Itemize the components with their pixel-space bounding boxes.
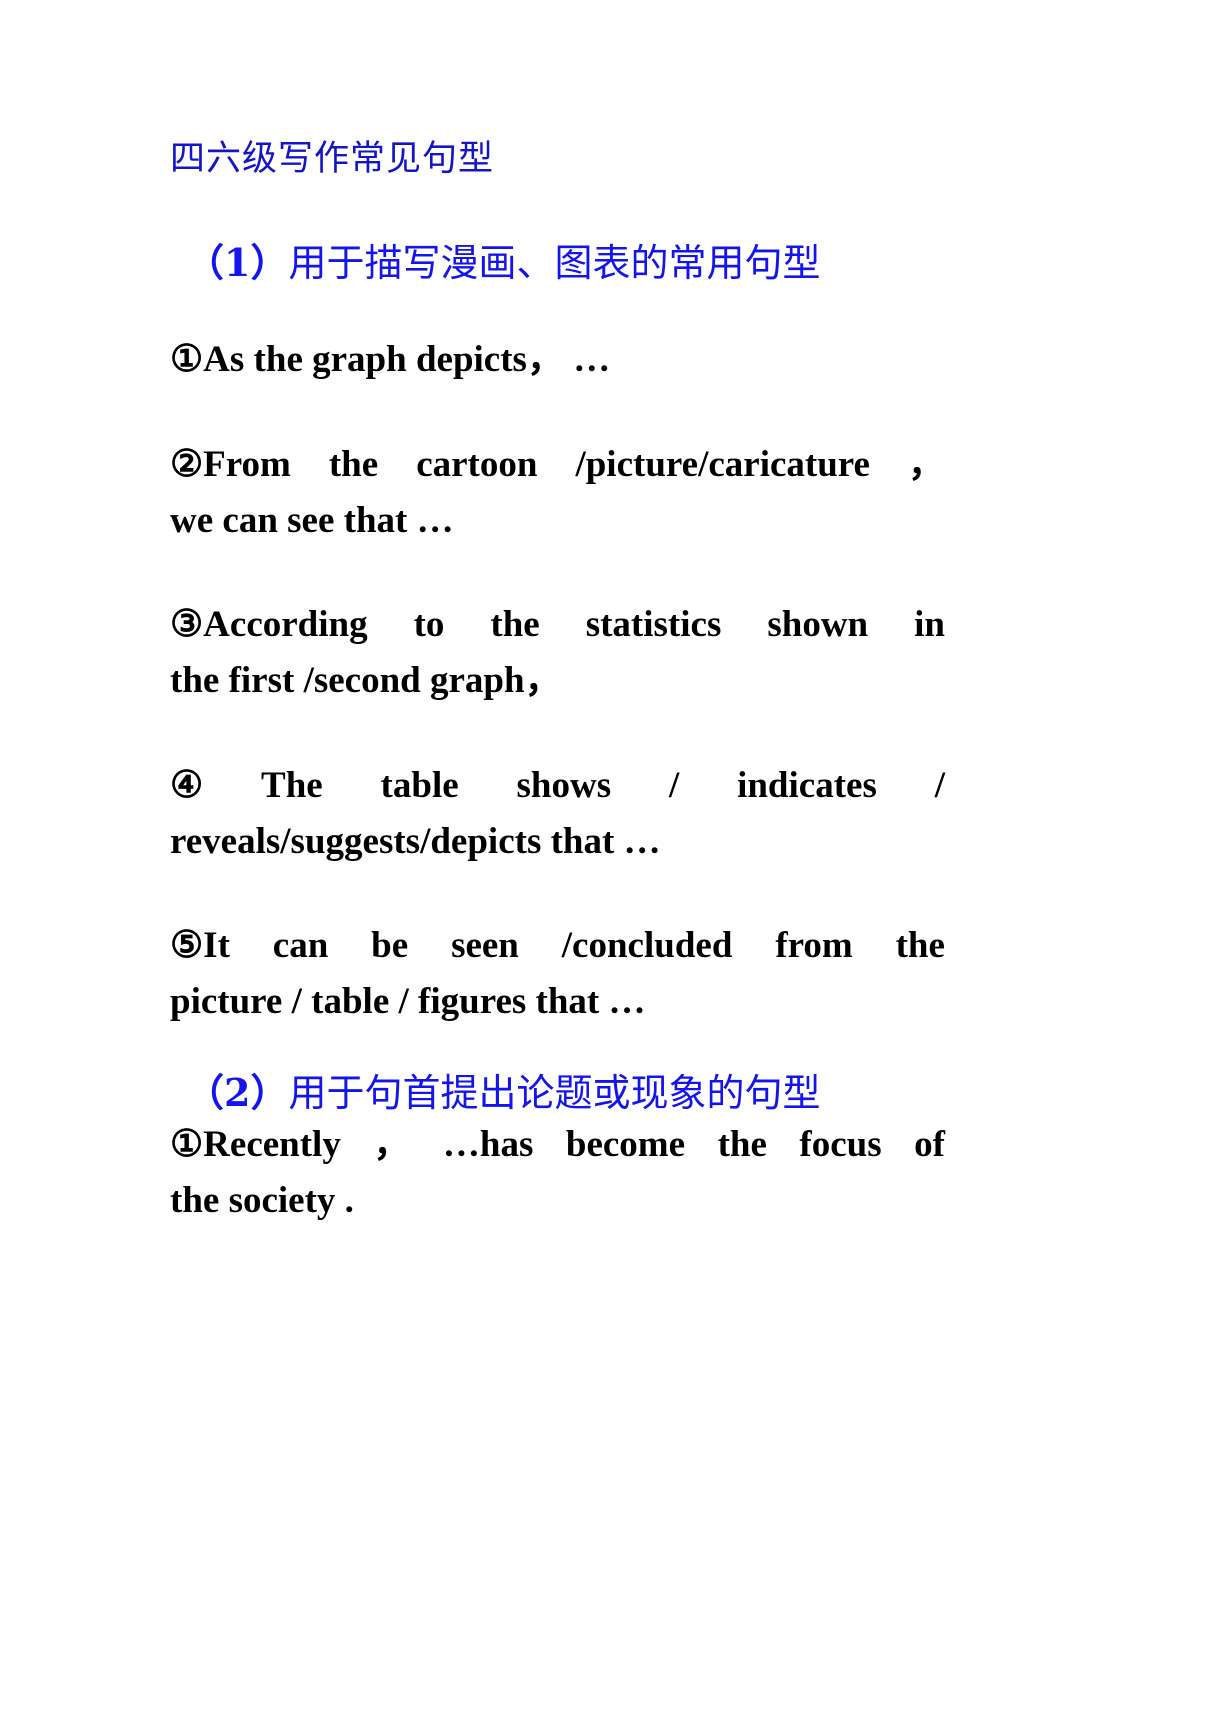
document-page: 四六级写作常见句型 （1）用于描写漫画、图表的常用句型 ①As the grap…: [0, 0, 1214, 1719]
slash: /: [668, 764, 680, 806]
sentence-item-2-line-2: we can see that …: [170, 499, 454, 541]
slash: /: [934, 764, 945, 806]
word: seen: [451, 924, 519, 966]
sentence-item-4-line-2: reveals/suggests/depicts that …: [170, 820, 661, 862]
section-heading-2: （2）用于句首提出论题或现象的句型: [170, 1070, 945, 1117]
word: in: [914, 604, 945, 646]
punctuation: ，: [907, 443, 945, 485]
sentence-item-4: ④ The table shows / indicates / reveals/…: [170, 758, 945, 870]
word: …has: [442, 1124, 534, 1166]
sentence-item-3-line-2: the first /second graph，: [170, 660, 562, 702]
word: ⑤It: [170, 924, 230, 966]
word: become: [565, 1124, 686, 1166]
sentence-item-4-line-1: ④ The table shows / indicates /: [170, 758, 945, 814]
sentence-item-2-line-1: ②From the cartoon /picture/caricature ，: [170, 437, 945, 493]
word: ①Recently: [170, 1124, 341, 1166]
word: statistics: [585, 604, 722, 646]
word: depicts: [415, 339, 527, 381]
sentence-item-6: ①Recently ， …has become the focus of the…: [170, 1117, 945, 1229]
sentence-item-5: ⑤It can be seen /concluded from the pict…: [170, 918, 945, 1030]
word: shows: [516, 764, 612, 806]
word: the: [717, 1124, 767, 1166]
sentence-item-5-line-1: ⑤It can be seen /concluded from the: [170, 918, 945, 974]
punctuation: ，: [373, 1124, 411, 1166]
section-1-number: （1）: [186, 239, 289, 285]
section-heading-1: （1）用于描写漫画、图表的常用句型: [170, 240, 945, 287]
sentence-item-2: ②From the cartoon /picture/caricature ， …: [170, 437, 945, 549]
word: the: [328, 443, 379, 485]
list-marker: ④: [170, 764, 204, 806]
sentence-item-5-line-2: picture / table / figures that …: [170, 981, 646, 1023]
word: of: [914, 1124, 945, 1166]
section-2-number: （2）: [186, 1070, 289, 1116]
sentence-item-6-line-2: the society .: [170, 1180, 354, 1222]
punctuation: ，: [526, 339, 564, 381]
word: focus: [799, 1124, 882, 1166]
word: table: [380, 764, 459, 806]
word: /concluded: [561, 924, 733, 966]
word: graph: [312, 339, 407, 381]
word: the: [490, 604, 540, 646]
sentence-item-3-line-1: ③According to the statistics shown in: [170, 597, 945, 653]
sentence-item-1-line-1: ①As the graph depicts， …: [170, 332, 945, 388]
word: ①As: [170, 339, 245, 381]
word: indicates: [737, 764, 877, 806]
word: from: [775, 924, 853, 966]
word: ③According: [170, 604, 368, 646]
page-title: 四六级写作常见句型: [170, 139, 495, 179]
word: the: [895, 924, 945, 966]
sentence-item-3: ③According to the statistics shown in th…: [170, 597, 945, 709]
word: ②From: [170, 443, 291, 485]
document-content: 四六级写作常见句型 （1）用于描写漫画、图表的常用句型 ①As the grap…: [170, 130, 945, 1230]
word: The: [261, 764, 323, 806]
word: the: [253, 339, 303, 381]
word: be: [371, 924, 409, 966]
section-2-label: 用于句首提出论题或现象的句型: [288, 1071, 821, 1116]
word: cartoon: [416, 443, 538, 485]
ellipsis: …: [573, 339, 612, 381]
sentence-item-6-line-1: ①Recently ， …has become the focus of: [170, 1117, 945, 1173]
word: shown: [767, 604, 869, 646]
word: to: [413, 604, 445, 646]
section-1-label: 用于描写漫画、图表的常用句型: [288, 240, 821, 285]
word: can: [272, 924, 329, 966]
sentence-item-1: ①As the graph depicts， …: [170, 332, 945, 388]
word: /picture/caricature: [575, 443, 870, 485]
